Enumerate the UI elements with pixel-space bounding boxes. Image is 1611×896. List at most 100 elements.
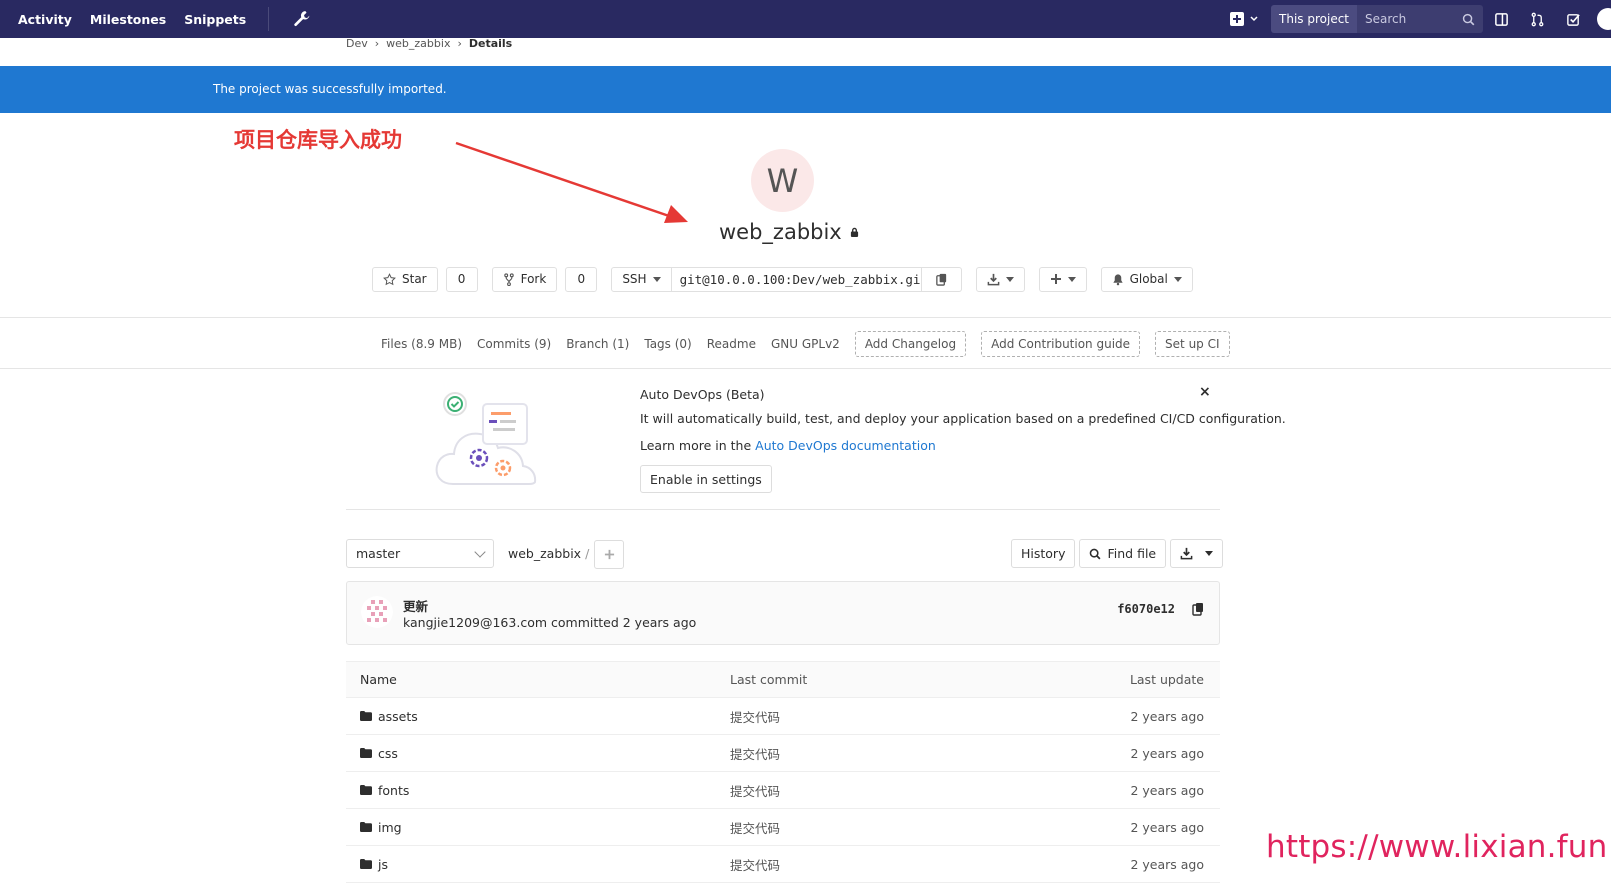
project-avatar: W <box>751 149 814 212</box>
file-last-update: 2 years ago <box>1130 708 1204 724</box>
enable-in-settings-button[interactable]: Enable in settings <box>640 465 772 493</box>
search-scope[interactable]: This project <box>1271 5 1357 33</box>
wrench-icon[interactable] <box>293 10 311 28</box>
add-to-tree-button[interactable] <box>594 540 624 569</box>
lock-icon <box>850 227 858 237</box>
file-last-commit[interactable]: 提交代码 <box>730 855 780 874</box>
star-label: Star <box>402 272 427 286</box>
divider <box>346 509 1220 510</box>
file-name-cell[interactable]: assets <box>360 709 418 724</box>
file-name-cell[interactable]: img <box>360 820 402 835</box>
caret-down-icon <box>1067 276 1076 282</box>
download-icon <box>1180 547 1193 560</box>
notification-dropdown[interactable]: Global <box>1100 266 1193 292</box>
notification-label: Global <box>1129 272 1168 286</box>
project-name: web_zabbix <box>719 220 842 244</box>
nav-snippets[interactable]: Snippets <box>184 12 246 27</box>
plus-square-icon <box>1230 12 1245 26</box>
header-name: Name <box>360 672 397 687</box>
file-name-cell[interactable]: css <box>360 746 398 761</box>
file-last-commit[interactable]: 提交代码 <box>730 818 780 837</box>
star-count[interactable]: 0 <box>445 266 478 292</box>
divider <box>0 317 1611 318</box>
file-name-cell[interactable]: js <box>360 857 388 872</box>
caret-down-icon <box>1173 276 1182 282</box>
file-last-commit[interactable]: 提交代码 <box>730 707 780 726</box>
branch-name: master <box>356 546 401 561</box>
readme-link[interactable]: Readme <box>707 337 756 351</box>
devops-learn-more: Learn more in the Auto DevOps documentat… <box>640 438 936 453</box>
commit-meta: kangjie1209@163.com committed 2 years ag… <box>403 615 696 630</box>
file-name[interactable]: js <box>378 857 388 872</box>
merge-requests-button[interactable] <box>1519 0 1555 38</box>
file-name[interactable]: img <box>378 820 402 835</box>
caret-down-icon <box>652 276 661 282</box>
caret-down-icon <box>1205 551 1214 556</box>
license-link[interactable]: GNU GPLv2 <box>771 337 840 351</box>
table-row[interactable]: img 提交代码 2 years ago <box>346 809 1220 846</box>
chevron-down-icon <box>1250 16 1258 22</box>
file-name[interactable]: fonts <box>378 783 409 798</box>
download-source-dropdown[interactable] <box>1170 539 1224 568</box>
fork-icon <box>503 272 514 286</box>
tags-link[interactable]: Tags (0) <box>644 337 691 351</box>
bell-icon <box>1112 273 1123 285</box>
commit-title[interactable]: 更新 <box>403 596 428 615</box>
clone-protocol-label: SSH <box>622 272 647 286</box>
file-name[interactable]: css <box>378 746 398 761</box>
devops-title: Auto DevOps (Beta) <box>640 387 765 402</box>
find-file-button[interactable]: Find file <box>1079 539 1167 568</box>
table-row[interactable]: fonts 提交代码 2 years ago <box>346 772 1220 809</box>
table-row[interactable]: js 提交代码 2 years ago <box>346 846 1220 883</box>
fork-count[interactable]: 0 <box>565 266 598 292</box>
star-button[interactable]: Star <box>372 266 438 292</box>
table-row[interactable]: css 提交代码 2 years ago <box>346 735 1220 772</box>
fork-label: Fork <box>520 272 547 286</box>
file-last-commit[interactable]: 提交代码 <box>730 781 780 800</box>
repo-path-root[interactable]: web_zabbix <box>508 546 581 561</box>
add-changelog-button[interactable]: Add Changelog <box>854 331 967 357</box>
todos-button[interactable] <box>1555 0 1591 38</box>
devops-docs-link[interactable]: Auto DevOps documentation <box>755 438 936 453</box>
breadcrumb-current[interactable]: Details <box>469 37 512 50</box>
branch-link[interactable]: Branch (1) <box>566 337 629 351</box>
commits-link[interactable]: Commits (9) <box>477 337 551 351</box>
breadcrumb-project[interactable]: web_zabbix <box>386 37 450 50</box>
add-contribution-guide-button[interactable]: Add Contribution guide <box>981 331 1141 357</box>
project-title: web_zabbix <box>719 220 859 244</box>
clone-url-input[interactable]: git@10.0.0.100:Dev/web_zabbix.git <box>671 266 922 292</box>
commit-sha[interactable]: f6070e12 <box>1117 602 1175 616</box>
nav-divider <box>268 7 270 31</box>
setup-ci-button[interactable]: Set up CI <box>1155 331 1230 357</box>
nav-activity[interactable]: Activity <box>18 12 72 27</box>
divider <box>0 368 1611 369</box>
history-button[interactable]: History <box>1011 539 1076 568</box>
file-name-cell[interactable]: fonts <box>360 783 409 798</box>
clone-protocol-dropdown[interactable]: SSH <box>611 266 672 292</box>
fork-button[interactable]: Fork <box>491 266 558 292</box>
nav-milestones[interactable]: Milestones <box>90 12 166 27</box>
download-dropdown[interactable] <box>975 266 1025 292</box>
new-dropdown[interactable] <box>1229 11 1259 27</box>
copy-url-button[interactable] <box>921 266 962 292</box>
clipboard-icon[interactable] <box>1191 602 1205 616</box>
sidebar-toggle-button[interactable] <box>1483 0 1519 38</box>
file-name[interactable]: assets <box>378 709 418 724</box>
add-new-dropdown[interactable] <box>1038 266 1087 292</box>
search-input[interactable]: Search <box>1357 5 1483 33</box>
tree-actions: History Find file <box>1011 539 1224 568</box>
commit-author-avatar[interactable] <box>361 596 393 628</box>
folder-icon <box>360 822 372 832</box>
files-link[interactable]: Files (8.9 MB) <box>381 337 462 351</box>
chevron-down-icon <box>474 545 486 558</box>
table-row[interactable]: assets 提交代码 2 years ago <box>346 698 1220 735</box>
close-icon[interactable]: × <box>1199 384 1211 400</box>
file-last-commit[interactable]: 提交代码 <box>730 744 780 763</box>
search-placeholder: Search <box>1365 12 1407 26</box>
branch-select[interactable]: master <box>346 539 494 568</box>
panel-icon <box>1494 12 1508 26</box>
breadcrumb-group[interactable]: Dev <box>346 37 368 50</box>
user-avatar[interactable] <box>1597 8 1611 30</box>
commit-author[interactable]: kangjie1209@163.com <box>403 615 547 630</box>
devops-description: It will automatically build, test, and d… <box>640 411 1286 426</box>
